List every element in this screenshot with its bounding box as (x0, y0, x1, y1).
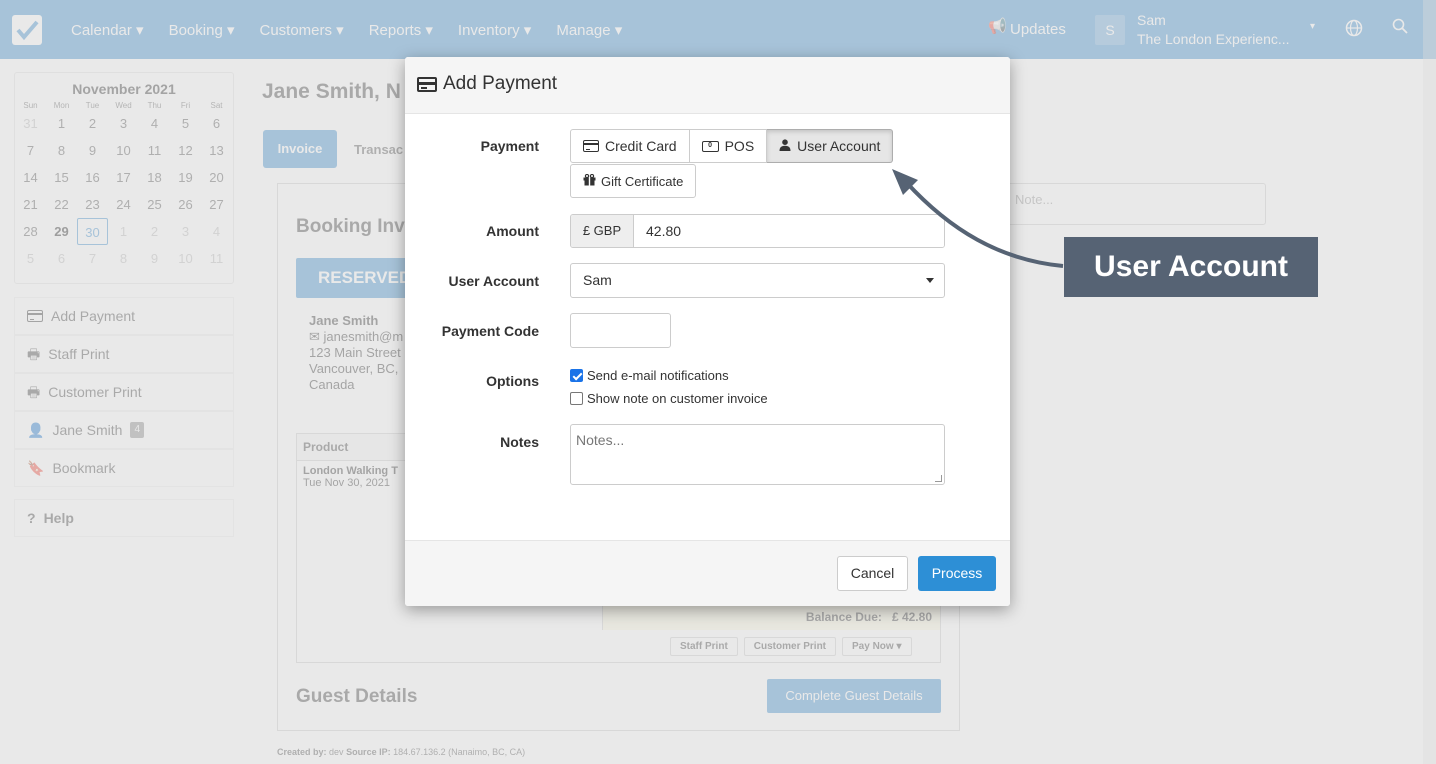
credit-card-label: Credit Card (605, 138, 677, 154)
modal-footer: Cancel Process (405, 540, 1010, 606)
user-account-button[interactable]: User Account (767, 129, 894, 163)
credit-card-button[interactable]: Credit Card (570, 129, 690, 163)
callout-arrow (892, 169, 1064, 268)
user-account-field-label: User Account (448, 273, 539, 289)
notes-textarea[interactable]: Notes... (570, 424, 945, 485)
pos-button[interactable]: 0 POS (689, 129, 768, 163)
modal-header: Add Payment (405, 57, 1010, 114)
user-account-selected: Sam (583, 272, 612, 288)
notes-placeholder: Notes... (576, 432, 625, 448)
payment-code-label: Payment Code (441, 323, 539, 339)
modal-title-text: Add Payment (443, 73, 558, 94)
gift-certificate-button[interactable]: Gift Certificate (570, 164, 697, 198)
show-note-checkbox[interactable] (570, 392, 583, 405)
gift-icon (583, 173, 596, 189)
pos-label: POS (724, 138, 755, 154)
currency-addon: £ GBP (571, 215, 634, 247)
credit-card-icon (417, 76, 437, 92)
payment-code-input[interactable] (570, 313, 671, 348)
show-note-label: Show note on customer invoice (587, 391, 768, 406)
amount-label: Amount (486, 223, 539, 239)
user-account-label: User Account (797, 138, 881, 154)
modal-title: Add Payment (417, 73, 557, 95)
callout-label: User Account (1064, 237, 1318, 297)
money-bill-icon: 0 (701, 140, 719, 152)
show-note-option[interactable]: Show note on customer invoice (570, 391, 768, 406)
cancel-button[interactable]: Cancel (837, 556, 908, 591)
process-button[interactable]: Process (918, 556, 996, 591)
send-email-option[interactable]: Send e-mail notifications (570, 368, 729, 383)
add-payment-modal: Add Payment Payment Credit Card 0 POS Us… (405, 57, 1010, 606)
user-icon (779, 138, 791, 154)
send-email-checkbox[interactable] (570, 369, 583, 382)
payment-label: Payment (480, 138, 539, 154)
notes-label: Notes (500, 434, 539, 450)
payment-method-group: Credit Card 0 POS User Account (570, 129, 894, 163)
send-email-label: Send e-mail notifications (587, 368, 729, 383)
resize-handle-icon[interactable] (935, 475, 942, 482)
scrollbar[interactable] (1423, 0, 1436, 764)
options-label: Options (486, 373, 539, 389)
credit-card-icon (583, 140, 599, 152)
gift-certificate-label: Gift Certificate (601, 173, 684, 189)
